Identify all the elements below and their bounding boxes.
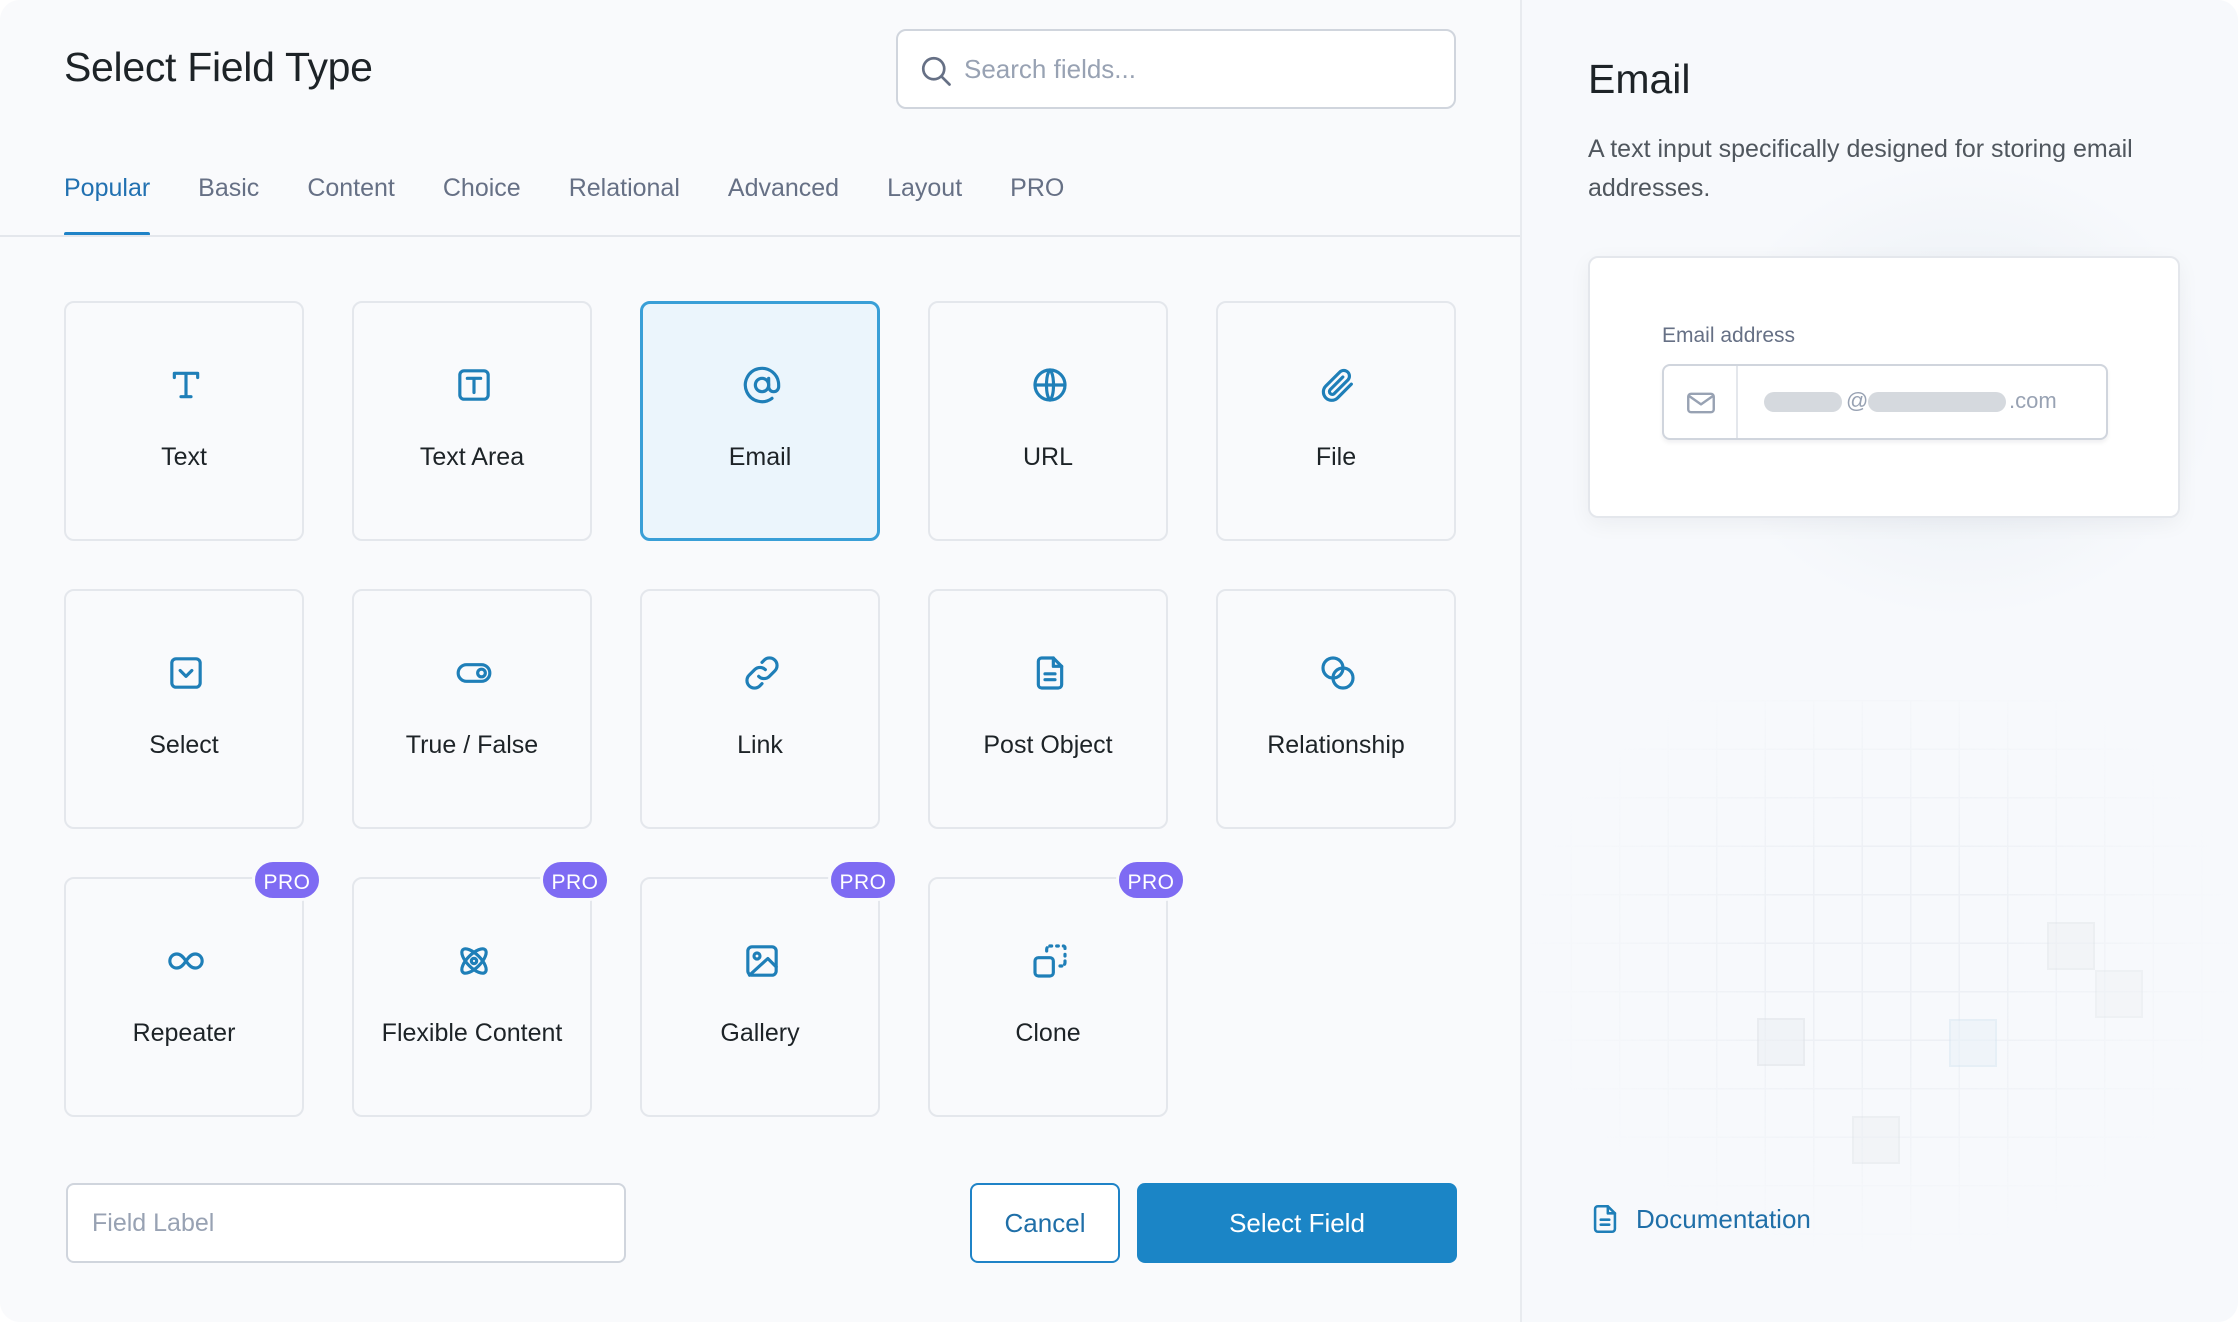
tab-relational[interactable]: Relational (569, 160, 680, 236)
field-card-link[interactable]: Link (640, 589, 880, 829)
field-card-label: File (1315, 443, 1357, 471)
field-card-label: Flexible Content (381, 1019, 563, 1047)
field-card-flexible-content[interactable]: Flexible Content PRO (352, 859, 610, 1117)
select-field-button[interactable]: Select Field (1137, 1183, 1457, 1263)
grid-cell-decoration (2047, 922, 2095, 970)
field-card-file[interactable]: File (1216, 301, 1456, 541)
pro-badge: PRO (828, 859, 898, 901)
mail-icon (1687, 392, 1715, 414)
grid-cell-decoration (1852, 1116, 1900, 1164)
field-card-label: Repeater (132, 1019, 236, 1047)
placeholder-pill (1868, 392, 2006, 412)
field-card-label: Relationship (1267, 731, 1405, 759)
field-card-label: Text Area (419, 443, 525, 471)
tab-basic[interactable]: Basic (198, 160, 259, 236)
paperclip-icon (1321, 368, 1353, 402)
search-input[interactable] (964, 31, 1444, 107)
field-card-label: True / False (405, 731, 539, 759)
field-card-url[interactable]: URL (928, 301, 1168, 541)
field-card-clone[interactable]: Clone PRO (928, 859, 1186, 1117)
pro-badge: PRO (1116, 859, 1186, 901)
placeholder-pill (1764, 392, 1842, 412)
text-icon (172, 371, 200, 399)
field-card-label: Clone (1015, 1019, 1081, 1047)
preview-description: A text input specifically designed for s… (1588, 135, 2133, 202)
field-card-repeater[interactable]: Repeater PRO (64, 859, 322, 1117)
atom-icon (460, 947, 488, 975)
field-card-email[interactable]: Email (640, 301, 880, 541)
tab-popular[interactable]: Popular (64, 160, 151, 236)
preview-title: Email (1588, 56, 1691, 102)
tab-content[interactable]: Content (307, 160, 395, 236)
field-card-text[interactable]: Text (64, 301, 304, 541)
textarea-icon (458, 369, 490, 401)
field-card-label: Email (728, 443, 792, 471)
preview-at-symbol: @ (1846, 388, 1869, 413)
preview-card: Email address @ .com (1588, 256, 2180, 518)
field-type-modal: Select Field Type Popular Basic Content … (0, 0, 2238, 1322)
preview-field-label: Email address (1662, 324, 1796, 347)
preview-email-input: @ .com (1662, 364, 2108, 440)
category-tabs: Popular Basic Content Choice Relational … (64, 160, 1112, 236)
tabs-divider (0, 235, 1520, 237)
field-card-label: Post Object (983, 731, 1113, 759)
grid-cell-decoration (1757, 1018, 1805, 1066)
documentation-link[interactable]: Documentation (1588, 1202, 1811, 1236)
field-card-true-false[interactable]: True / False (352, 589, 592, 829)
field-label-input[interactable] (66, 1183, 626, 1263)
tab-pro[interactable]: PRO (1010, 160, 1064, 236)
field-card-label: Link (737, 731, 783, 759)
tab-advanced[interactable]: Advanced (728, 160, 839, 236)
cancel-button[interactable]: Cancel (970, 1183, 1120, 1263)
field-picker-pane: Select Field Type Popular Basic Content … (0, 0, 1520, 1322)
field-card-label: Gallery (720, 1019, 800, 1047)
preview-input-prefix (1664, 366, 1738, 438)
pro-badge: PRO (252, 859, 322, 901)
at-icon (743, 366, 781, 404)
tab-choice[interactable]: Choice (443, 160, 521, 236)
infinity-icon (168, 952, 204, 970)
field-preview-pane: Email A text input specifically designed… (1520, 0, 2238, 1322)
search-box[interactable] (896, 29, 1456, 109)
toggle-icon (456, 663, 492, 683)
field-card-label: Select (149, 731, 219, 759)
tab-layout[interactable]: Layout (887, 160, 962, 236)
field-card-post-object[interactable]: Post Object (928, 589, 1168, 829)
search-icon (921, 56, 951, 86)
clone-icon (1033, 944, 1067, 978)
field-card-gallery[interactable]: Gallery PRO (640, 859, 898, 1117)
modal-title: Select Field Type (64, 44, 373, 90)
grid-cell-decoration (1949, 1019, 1997, 1067)
relationship-icon (1321, 656, 1355, 690)
field-card-label: Text (161, 443, 207, 471)
grid-cell-decoration (2095, 970, 2143, 1018)
preview-domain-suffix: .com (2009, 388, 2057, 413)
field-card-select[interactable]: Select (64, 589, 304, 829)
documentation-label: Documentation (1636, 1203, 1811, 1234)
document-icon (1593, 1204, 1617, 1234)
link-icon (745, 656, 779, 690)
globe-icon (1033, 368, 1067, 402)
image-icon (746, 945, 778, 977)
document-icon (1036, 656, 1064, 690)
select-icon (170, 657, 202, 689)
field-card-text-area[interactable]: Text Area (352, 301, 592, 541)
field-card-label: URL (1022, 443, 1073, 471)
field-card-relationship[interactable]: Relationship (1216, 589, 1456, 829)
pro-badge: PRO (540, 859, 610, 901)
